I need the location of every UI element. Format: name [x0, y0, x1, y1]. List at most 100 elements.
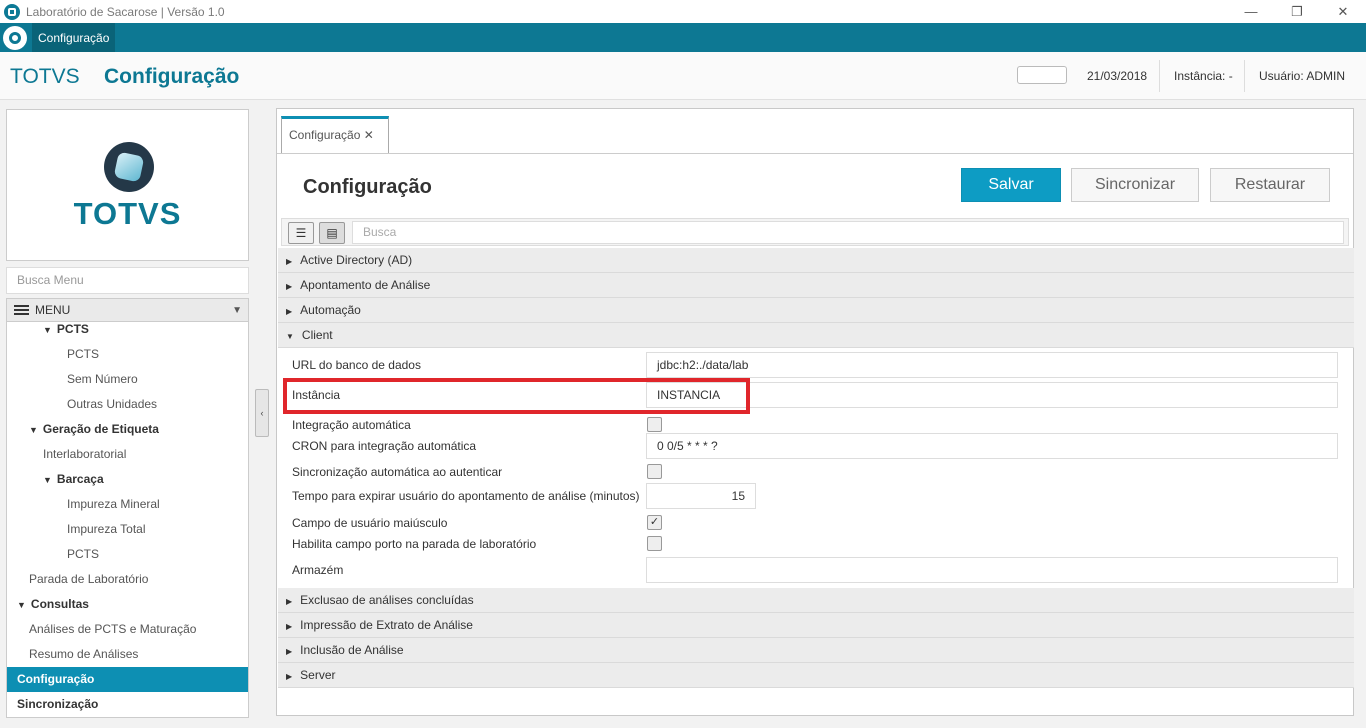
config-section-header[interactable]: ▼ Client: [278, 323, 1354, 348]
brand-name: TOTVS: [10, 65, 80, 88]
sidebar-item[interactable]: ▼ Consultas: [7, 592, 248, 617]
sidebar-item[interactable]: Análises de PCTS e Maturação: [7, 617, 248, 642]
sidebar-item-label: Sincronização: [17, 697, 99, 711]
sidebar-item[interactable]: Parada de Laboratório: [7, 567, 248, 592]
config-section-header[interactable]: ▶ Automação: [278, 298, 1354, 323]
section-label: Client: [301, 328, 333, 342]
field-label: CRON para integração automática: [292, 439, 477, 453]
header-date: 21/03/2018: [1087, 69, 1148, 83]
header-instance: Instância: -: [1174, 69, 1233, 83]
chevron-down-icon: ▼: [286, 332, 294, 341]
field-label: Campo de usuário maiúsculo: [292, 516, 448, 530]
config-section-header[interactable]: ▶ Apontamento de Análise: [278, 273, 1354, 298]
section-label: Impressão de Extrato de Análise: [300, 618, 473, 632]
app-header: TOTVS Configuração 21/03/2018 Instância:…: [0, 52, 1366, 100]
chevron-right-icon: ▶: [286, 597, 293, 606]
list-view-icon[interactable]: ☰: [288, 222, 314, 244]
field-label: URL do banco de dados: [292, 358, 421, 372]
config-search-input[interactable]: Busca: [352, 221, 1344, 244]
sidebar-item-label: PCTS: [67, 347, 100, 361]
window-title-bar: Laboratório de Sacarose | Versão 1.0 — ❐…: [0, 0, 1366, 23]
save-button[interactable]: Salvar: [961, 168, 1061, 202]
restore-icon[interactable]: ❐: [1274, 0, 1320, 23]
field-label: Habilita campo porto na parada de labora…: [292, 537, 537, 551]
config-section-header[interactable]: ▶ Exclusao de análises concluídas: [278, 588, 1354, 613]
sidebar-collapse-button[interactable]: ‹: [255, 389, 269, 437]
field-checkbox[interactable]: [647, 464, 662, 479]
sync-button[interactable]: Sincronizar: [1071, 168, 1199, 202]
tree-view-icon[interactable]: ▤: [319, 222, 345, 244]
config-section-header[interactable]: ▶ Inclusão de Análise: [278, 638, 1354, 663]
sidebar-item[interactable]: Impureza Mineral: [7, 492, 248, 517]
sidebar-item[interactable]: Sem Número: [7, 367, 248, 392]
expand-arrow-icon: ▼: [17, 600, 26, 610]
chevron-right-icon: ▶: [286, 647, 293, 656]
sidebar-item[interactable]: Outras Unidades: [7, 392, 248, 417]
sidebar-item-label: Resumo de Análises: [29, 647, 139, 661]
content-title: Configuração: [303, 176, 432, 198]
section-label: Exclusao de análises concluídas: [300, 593, 474, 607]
menu-header[interactable]: MENU ▼: [6, 298, 249, 322]
sidebar-item-label: Consultas: [30, 597, 89, 611]
config-section-header[interactable]: ▶ Server: [278, 663, 1354, 688]
sidebar-item[interactable]: Configuração: [7, 667, 248, 692]
header-divider: [1244, 60, 1245, 92]
field-label: Integração automática: [292, 418, 411, 432]
config-section-header[interactable]: ▶ Impressão de Extrato de Análise: [278, 613, 1354, 638]
sidebar-item-label: Interlaboratorial: [43, 447, 127, 461]
sidebar-item[interactable]: ▼ Barcaça: [7, 467, 248, 492]
sidebar-item-label: Configuração: [17, 672, 95, 686]
field-checkbox[interactable]: [647, 536, 662, 551]
tab-configuracao[interactable]: Configuração ✕: [281, 116, 389, 154]
chevron-right-icon: ▶: [286, 257, 293, 266]
sidebar-item[interactable]: ▼ Geração de Etiqueta: [7, 417, 248, 442]
field-input[interactable]: jdbc:h2:./data/lab: [646, 352, 1338, 378]
sidebar-item-label: Impureza Mineral: [67, 497, 160, 511]
sidebar-item-label: Análises de PCTS e Maturação: [29, 622, 197, 636]
section-label: Apontamento de Análise: [300, 278, 431, 292]
menubar-tab-configuracao[interactable]: Configuração: [32, 23, 116, 52]
config-section-header[interactable]: ▶ Active Directory (AD): [278, 248, 1354, 273]
tab-divider: [277, 153, 1353, 154]
config-toolbar: ☰ ▤ Busca: [281, 218, 1349, 246]
field-input[interactable]: [646, 557, 1338, 583]
restore-button[interactable]: Restaurar: [1210, 168, 1330, 202]
logo-panel: TOTVS: [6, 109, 249, 261]
menu-bar: Configuração: [0, 23, 1366, 52]
field-label: Armazém: [292, 563, 344, 577]
menu-label: MENU: [35, 303, 71, 317]
close-icon[interactable]: ✕: [1320, 0, 1366, 23]
menu-search-input[interactable]: Busca Menu: [6, 267, 249, 294]
sidebar-item-label: Outras Unidades: [67, 397, 158, 411]
section-label: Inclusão de Análise: [300, 643, 404, 657]
window-title: Laboratório de Sacarose | Versão 1.0: [26, 4, 225, 19]
expand-arrow-icon: ▼: [43, 325, 52, 335]
chevron-down-icon: ▼: [232, 304, 242, 316]
sidebar-item[interactable]: ▼ PCTS: [7, 322, 248, 342]
sidebar-item[interactable]: PCTS: [7, 542, 248, 567]
field-checkbox[interactable]: [647, 417, 662, 432]
sidebar-item[interactable]: Resumo de Análises: [7, 642, 248, 667]
chevron-right-icon: ▶: [286, 622, 293, 631]
sidebar-item[interactable]: Sincronização: [7, 692, 248, 717]
sidebar-item[interactable]: Impureza Total: [7, 517, 248, 542]
field-checkbox[interactable]: ✓: [647, 515, 662, 530]
hamburger-icon: [14, 305, 29, 315]
field-label: Tempo para expirar usuário do apontament…: [292, 489, 640, 503]
sidebar-item-label: Barcaça: [56, 472, 104, 486]
page-title: Configuração: [104, 65, 240, 88]
field-input[interactable]: 0 0/5 * * * ?: [646, 433, 1338, 459]
minimize-icon[interactable]: —: [1228, 0, 1274, 23]
field-input[interactable]: 15: [646, 483, 756, 509]
totvs-logo-wordmark: TOTVS: [73, 196, 182, 231]
header-divider: [1159, 60, 1160, 92]
totvs-logo-icon[interactable]: [3, 25, 27, 50]
sidebar-item-label: Parada de Laboratório: [29, 572, 149, 586]
section-label: Active Directory (AD): [300, 253, 413, 267]
sidebar-item[interactable]: Interlaboratorial: [7, 442, 248, 467]
expand-arrow-icon: ▼: [29, 425, 38, 435]
sidebar-item[interactable]: PCTS: [7, 342, 248, 367]
sidebar-item-label: Impureza Total: [67, 522, 146, 536]
sidebar-item-label: PCTS: [67, 547, 100, 561]
app-icon: [4, 3, 20, 20]
